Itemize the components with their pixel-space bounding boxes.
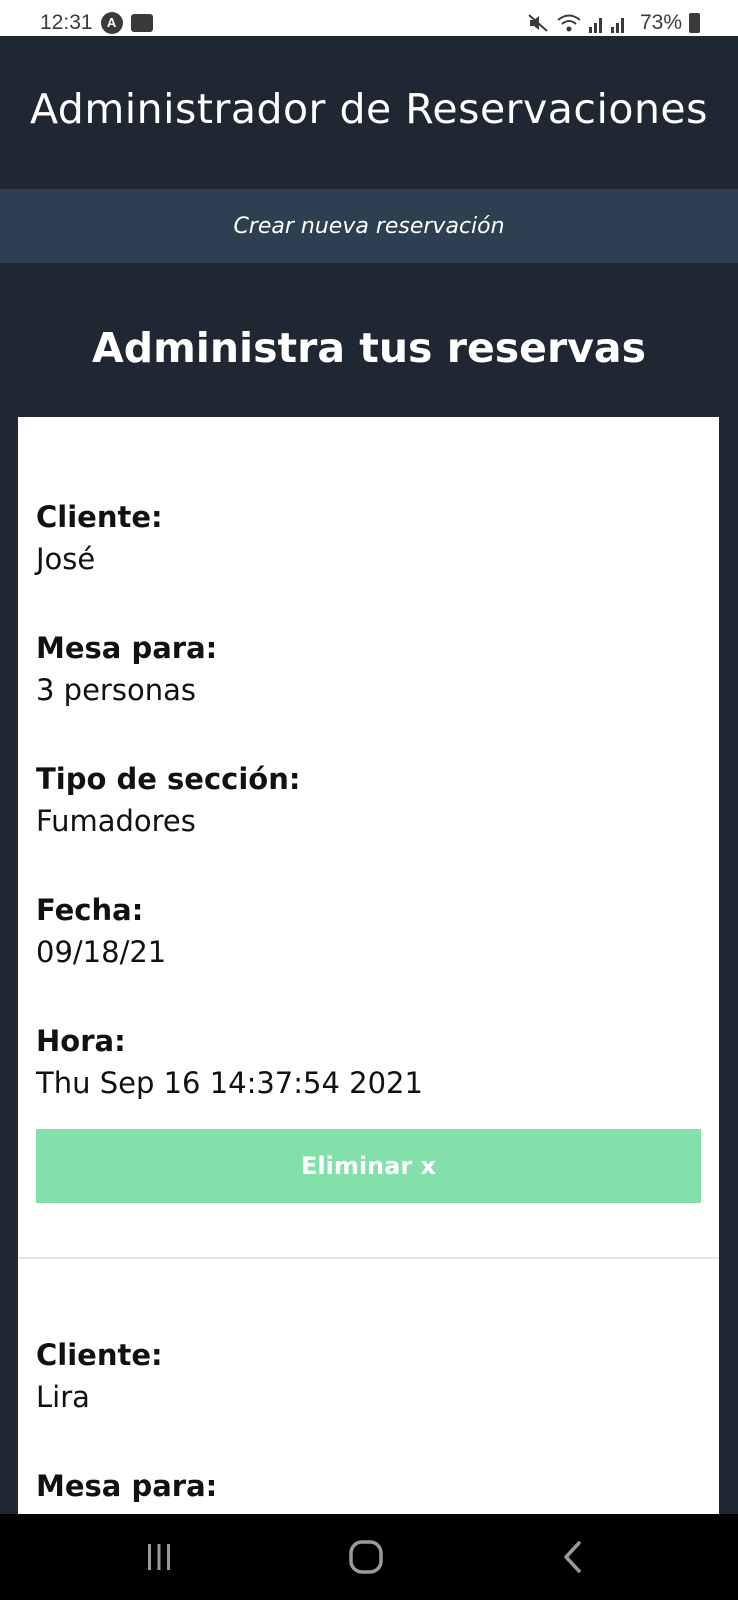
status-bar: 12:31 A 73%	[0, 0, 738, 36]
section-field: Tipo de sección: Fumadores	[36, 759, 300, 843]
date-field: Fecha: 09/18/21	[36, 890, 166, 974]
nav-bar: Crear nueva reservación	[0, 189, 738, 263]
recent-apps-icon	[148, 1544, 170, 1570]
page-heading: Administra tus reservas	[92, 324, 646, 372]
client-label: Cliente:	[36, 1338, 163, 1372]
battery-icon	[689, 13, 700, 33]
table-label: Mesa para:	[36, 631, 218, 665]
time-value: Thu Sep 16 14:37:54 2021	[36, 1066, 423, 1100]
back-button[interactable]	[533, 1514, 613, 1600]
date-value: 09/18/21	[36, 935, 167, 969]
table-label: Mesa para:	[36, 1469, 218, 1503]
client-field: Cliente: Lira	[36, 1335, 163, 1419]
battery-percent: 73%	[639, 11, 682, 34]
mute-icon	[528, 14, 548, 32]
status-time: 12:31	[40, 11, 93, 34]
delete-button[interactable]: Eliminar x	[36, 1129, 701, 1203]
reservation-card: Cliente: Lira Mesa para:	[18, 1259, 719, 1514]
client-label: Cliente:	[36, 500, 163, 534]
date-label: Fecha:	[36, 893, 144, 927]
reservation-list[interactable]: Cliente: José Mesa para: 3 personas Tipo…	[18, 417, 719, 1514]
recent-apps-button[interactable]	[119, 1514, 199, 1600]
reservation-card: Cliente: José Mesa para: 3 personas Tipo…	[18, 417, 719, 1257]
time-field: Hora: Thu Sep 16 14:37:54 2021	[36, 1021, 423, 1105]
app-title: Administrador de Reservaciones	[29, 84, 709, 133]
back-icon	[564, 1541, 581, 1573]
system-navigation-bar	[0, 1514, 738, 1600]
wifi-icon	[557, 14, 581, 32]
client-field: Cliente: José	[36, 497, 163, 581]
client-value: José	[36, 542, 96, 576]
voicemail-icon	[130, 14, 153, 32]
time-label: Hora:	[36, 1024, 126, 1058]
client-value: Lira	[36, 1380, 90, 1414]
create-reservation-link[interactable]: Crear nueva reservación	[233, 214, 504, 239]
app-header: Administrador de Reservaciones	[0, 36, 738, 189]
table-value: 3 personas	[36, 673, 196, 707]
table-field: Mesa para: 3 personas	[36, 628, 217, 712]
status-right: 73%	[527, 11, 700, 35]
section-value: Fumadores	[36, 804, 196, 838]
home-icon	[349, 1540, 383, 1574]
signal-icon	[588, 18, 624, 33]
home-button[interactable]	[326, 1514, 406, 1600]
app-notification-icon: A	[100, 12, 123, 34]
section-label: Tipo de sección:	[36, 762, 301, 796]
table-field: Mesa para:	[36, 1466, 217, 1506]
status-left: 12:31 A	[40, 11, 153, 35]
